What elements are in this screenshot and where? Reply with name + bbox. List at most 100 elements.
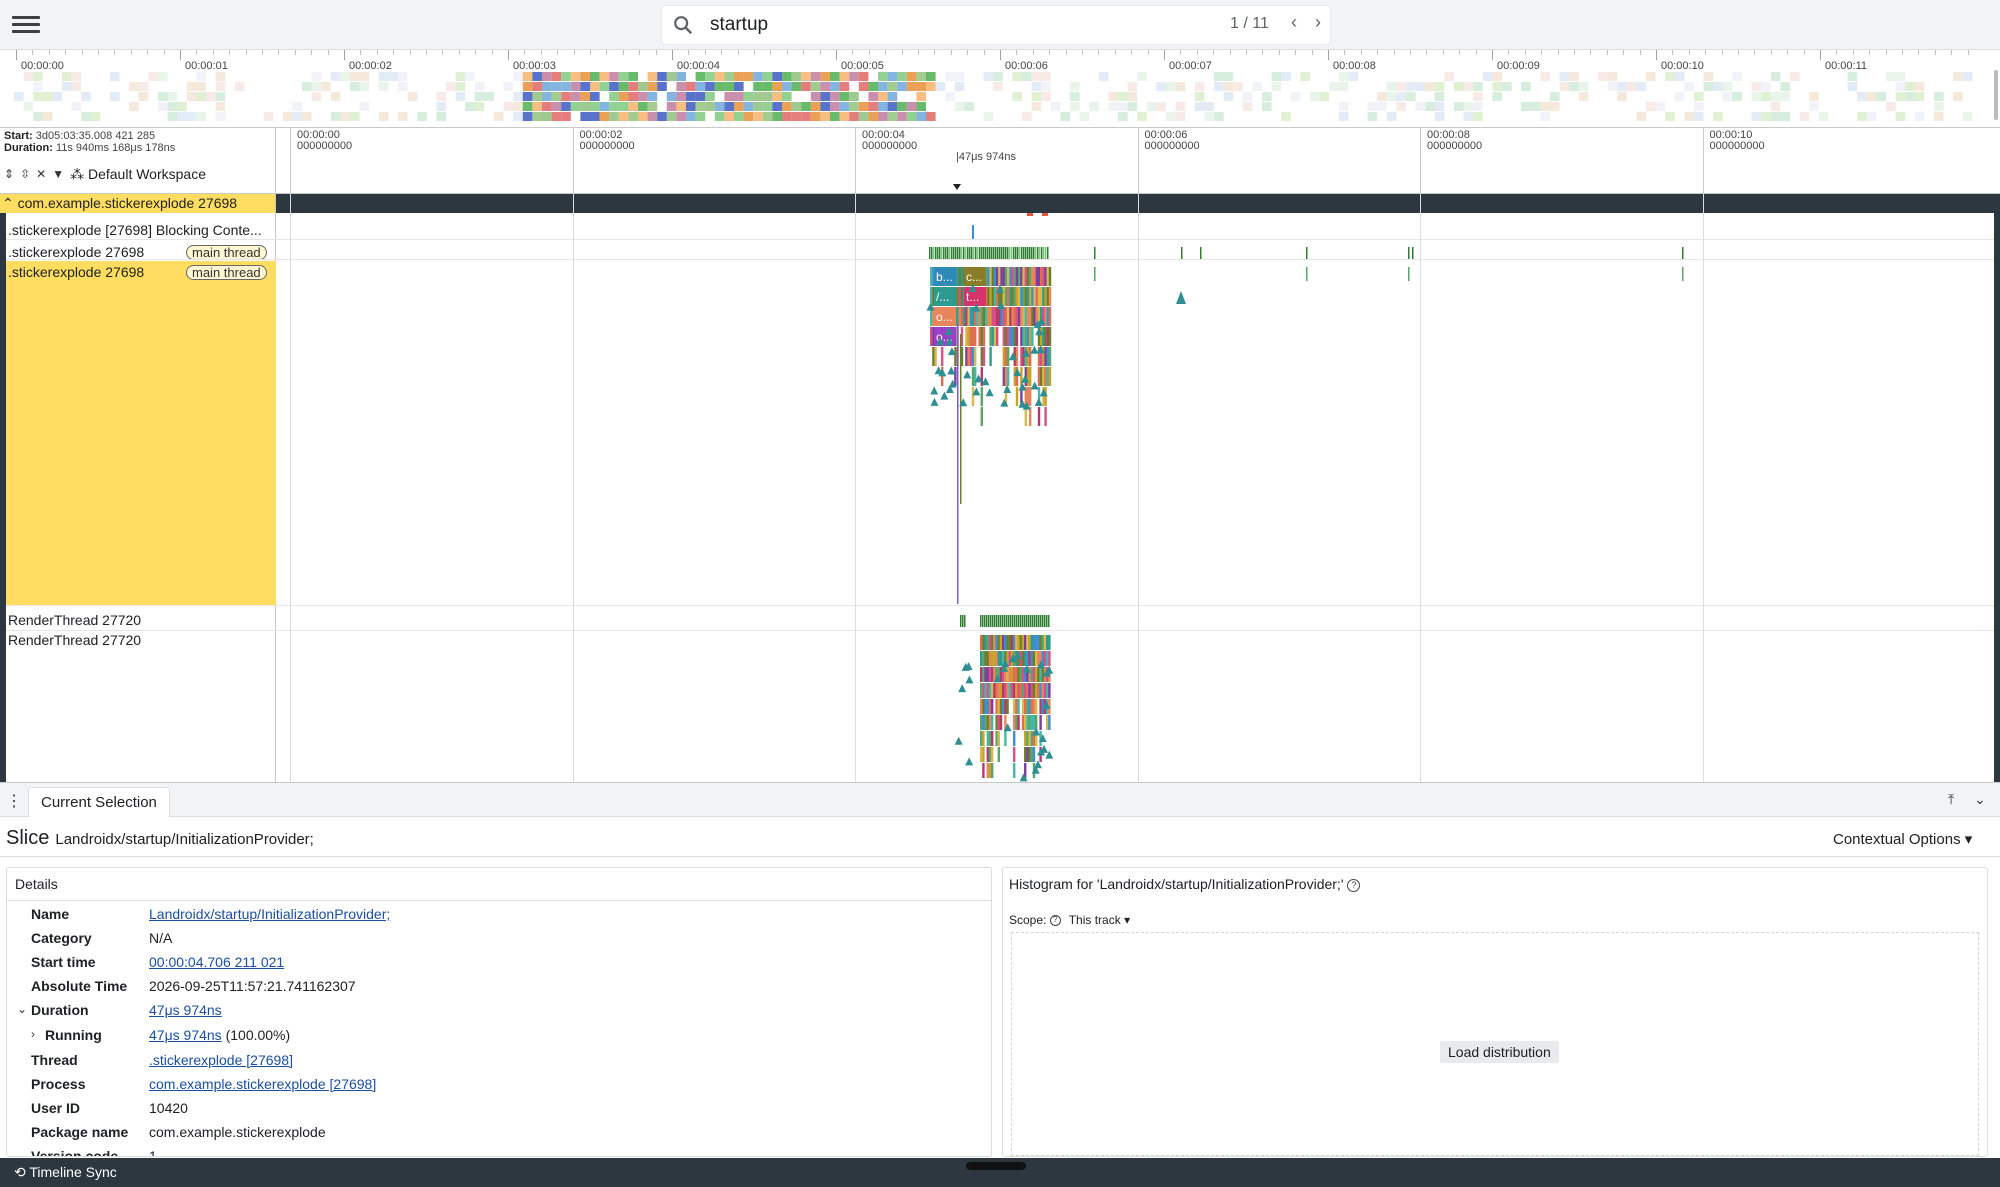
flame-slice[interactable] [974,347,977,366]
flame-slice[interactable] [1039,699,1042,714]
flame-slice[interactable] [960,287,964,306]
flame-slice[interactable] [1011,327,1014,346]
flame-slice[interactable] [1040,367,1043,386]
thread-state-slice[interactable] [1034,615,1036,627]
collapse-panel-icon[interactable]: ⌄ [1974,791,1986,808]
flame-slice[interactable] [980,683,983,698]
flame-slice[interactable] [1026,327,1030,346]
flame-slice[interactable] [1022,267,1025,286]
thread-state-slice[interactable] [983,247,985,259]
flame-slice[interactable] [1037,683,1040,698]
flame-slice[interactable] [1032,651,1036,666]
thread-state-slice[interactable] [999,247,1001,259]
thread-state-slice[interactable] [1029,247,1031,259]
flame-slice[interactable] [1010,667,1014,682]
flame-slice[interactable] [984,635,987,650]
flame-slice[interactable] [993,327,997,346]
flame-slice[interactable] [980,747,983,762]
detail-process-link[interactable]: com.example.stickerexplode [27698] [149,1076,376,1092]
thread-state-slice[interactable] [982,615,984,627]
thread-state-slice[interactable] [957,247,959,259]
flame-slice[interactable] [1009,307,1012,326]
flame-slice[interactable] [1015,287,1019,306]
blocking-slice[interactable] [972,225,974,239]
flame-slice[interactable] [1029,307,1032,326]
thread-state-slice[interactable] [981,247,983,259]
flame-slice[interactable] [1017,715,1020,730]
flame-slice[interactable] [980,667,983,682]
flame-slice[interactable] [1004,683,1007,698]
flame-slice[interactable] [1007,267,1010,286]
flame-slice[interactable] [993,267,997,286]
flame-slice[interactable] [954,347,957,366]
flame-slice[interactable] [1048,367,1052,386]
flame-slice[interactable] [982,747,985,762]
thread-state-slice[interactable] [953,247,955,259]
flame-slice[interactable] [991,635,994,650]
flame-slice[interactable] [1042,267,1045,286]
flame-slice[interactable] [1028,747,1031,762]
flame-slice[interactable] [1024,683,1027,698]
flame-slice[interactable] [965,347,968,366]
flame-slice[interactable] [954,367,957,386]
flame-slice[interactable] [1030,651,1033,666]
thread-state-slice[interactable] [998,615,1000,627]
instant-event-icon[interactable] [930,386,939,395]
flame-slice[interactable] [995,699,998,714]
flame-slice[interactable] [985,307,988,326]
flame-slice[interactable] [1021,635,1025,650]
thread-state-slice[interactable] [975,247,977,259]
flame-slice[interactable] [986,763,989,778]
thread-state-slice[interactable] [1008,615,1010,627]
thread-state-slice[interactable] [1020,615,1022,627]
thread-state-slice[interactable] [1682,247,1684,259]
thread-state-slice[interactable] [993,247,995,259]
flame-slice[interactable] [982,683,985,698]
thread-state-slice[interactable] [961,247,963,259]
flame-slice[interactable] [974,327,977,346]
flame-slice[interactable] [982,651,985,666]
flame-slice[interactable] [1028,715,1031,730]
flame-slice[interactable] [965,327,968,346]
flame-slice[interactable] [1007,347,1010,366]
instant-event-icon[interactable] [963,370,972,379]
flame-slice[interactable] [1037,287,1041,306]
thread-state-slice[interactable] [962,615,964,627]
flame-slice[interactable] [1002,699,1005,714]
detail-duration-link[interactable]: 47μs 974ns [149,1002,222,1018]
instant-event-icon[interactable] [965,757,974,766]
flame-slice[interactable] [1013,635,1016,650]
flame-slice[interactable] [980,407,983,426]
flame-slice[interactable] [1026,267,1030,286]
flame-slice[interactable] [1007,327,1010,346]
flame-slice[interactable] [1006,635,1009,650]
flame-slice[interactable] [997,683,1000,698]
flame-slice[interactable] [989,287,992,306]
thread-state-slice[interactable] [980,615,982,627]
flame-slice[interactable] [980,327,983,346]
track-area[interactable]: ⌃ com.example.stickerexplode 27698 .stic… [0,194,2000,782]
thread-state-slice[interactable] [1021,247,1023,259]
instant-event-icon[interactable] [930,397,939,406]
flame-slice[interactable] [982,731,985,746]
thread-state-slice[interactable] [1033,247,1035,259]
flame-slice[interactable] [1013,667,1016,682]
search-input[interactable] [710,12,1170,38]
thread-state-slice[interactable] [1041,247,1043,259]
flame-slice[interactable] [1020,287,1023,306]
thread-state-slice[interactable] [943,247,945,259]
flame-slice[interactable] [988,699,992,714]
chevron-down-icon[interactable]: ⌄ [17,1002,27,1016]
thread-state-slice[interactable] [951,247,953,259]
flame-slice[interactable] [1024,651,1027,666]
flame-slice[interactable] [986,715,989,730]
flame-slice[interactable] [1024,287,1027,306]
thread-state-slice[interactable] [1005,247,1007,259]
flame-slice[interactable] [1004,287,1008,306]
flame-slice[interactable] [1048,347,1052,366]
flame-slice[interactable] [969,307,972,326]
flame-slice[interactable] [1007,367,1010,386]
thread-state-slice[interactable] [1408,247,1410,259]
flame-slice[interactable] [1009,287,1012,306]
flame-slice[interactable] [1013,287,1016,306]
